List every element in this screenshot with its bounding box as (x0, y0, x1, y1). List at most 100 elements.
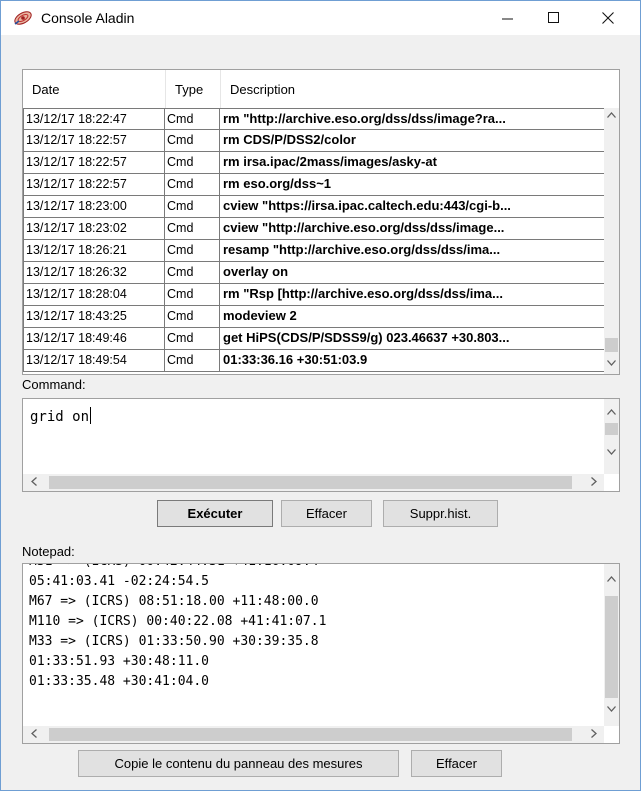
notepad-line: M67 => (ICRS) 08:51:18.00 +11:48:00.0 (29, 594, 319, 609)
cell-date: 13/12/17 18:26:32 (23, 262, 165, 284)
cell-type: Cmd (165, 196, 220, 218)
scroll-left-icon[interactable] (25, 726, 42, 743)
cell-date: 13/12/17 18:43:25 (23, 306, 165, 328)
copy-measurements-button[interactable]: Copie le contenu du panneau des mesures (78, 750, 399, 777)
notepad-line: M31 => (ICRS) 00:42:44.31 +41:16:09.4 (29, 564, 326, 572)
scroll-up-icon[interactable] (604, 572, 619, 588)
table-row[interactable]: 13/12/17 18:22:47 Cmd rm "http://archive.e… (23, 108, 605, 130)
cell-description: cview "https://irsa.ipac.caltech.edu:443… (220, 196, 605, 218)
minimize-icon (502, 18, 513, 20)
window-title: Console Aladin (41, 10, 135, 26)
notepad-label: Notepad: (22, 544, 75, 559)
scroll-down-icon[interactable] (604, 356, 619, 372)
scroll-right-icon[interactable] (585, 726, 602, 743)
scrollbar-thumb[interactable] (49, 476, 572, 489)
cell-description: rm eso.org/dss~1 (220, 174, 605, 196)
history-table: Date Type Description 13/12/17 18:22:47 C… (22, 69, 620, 375)
aladin-app-icon (13, 9, 33, 27)
cell-type: Cmd (165, 108, 220, 130)
scrollbar-thumb[interactable] (605, 596, 618, 698)
table-row[interactable]: 13/12/17 18:28:04 Cmd rm "Rsp [http://arch… (23, 284, 605, 306)
table-row[interactable]: 13/12/17 18:22:57 Cmd rm irsa.ipac/2mass/i… (23, 152, 605, 174)
notepad-line: 01:33:35.48 +30:41:04.0 (29, 674, 210, 689)
notepad-line: M110 => (ICRS) 00:40:22.08 +41:41:07.1 (29, 614, 327, 629)
notepad-textarea[interactable]: M31 => (ICRS) 00:42:44.31 +41:16:09.4 05… (22, 563, 620, 744)
cell-type: Cmd (165, 218, 220, 240)
close-button[interactable] (585, 1, 631, 35)
delete-history-button[interactable]: Suppr.hist. (383, 500, 498, 527)
notepad-vertical-scrollbar[interactable] (604, 564, 619, 726)
table-row[interactable]: 13/12/17 18:26:21 Cmd resamp "http://archi… (23, 240, 605, 262)
execute-button[interactable]: Exécuter (157, 500, 273, 527)
title-bar[interactable]: Console Aladin (1, 1, 640, 35)
cell-type: Cmd (165, 130, 220, 152)
cell-description: 01:33:36.16 +30:51:03.9 (220, 350, 605, 372)
cell-description: rm irsa.ipac/2mass/images/asky-at (220, 152, 605, 174)
scroll-down-icon[interactable] (604, 702, 619, 718)
notepad-line: 01:33:51.93 +30:48:11.0 (29, 654, 210, 669)
cell-description: rm "Rsp [http://archive.eso.org/dss/dss/… (220, 284, 605, 306)
cell-date: 13/12/17 18:28:04 (23, 284, 165, 306)
cell-type: Cmd (165, 328, 220, 350)
scrollbar-thumb[interactable] (605, 338, 618, 352)
table-row[interactable]: 13/12/17 18:23:02 Cmd cview "http://archiv… (23, 218, 605, 240)
notepad-line: M33 => (ICRS) 01:33:50.90 +30:39:35.8 (29, 634, 319, 649)
scroll-right-icon[interactable] (585, 474, 602, 491)
notepad-horizontal-scrollbar[interactable] (23, 726, 604, 743)
cell-date: 13/12/17 18:23:00 (23, 196, 165, 218)
scrollbar-thumb[interactable] (605, 423, 618, 435)
cell-date: 13/12/17 18:22:47 (23, 108, 165, 130)
cell-description: rm CDS/P/DSS2/color (220, 130, 605, 152)
command-text-wrapper: grid on (30, 407, 92, 425)
cell-description: rm "http://archive.eso.org/dss/dss/image… (220, 108, 605, 130)
minimize-button[interactable] (485, 1, 531, 35)
maximize-button[interactable] (531, 1, 577, 35)
cell-date: 13/12/17 18:49:46 (23, 328, 165, 350)
cell-description: overlay on (220, 262, 605, 284)
scroll-left-icon[interactable] (25, 474, 42, 491)
cell-date: 13/12/17 18:23:02 (23, 218, 165, 240)
table-row[interactable]: 13/12/17 18:49:54 Cmd 01:33:36.16 +30:51:0… (23, 350, 605, 372)
column-header-type[interactable]: Type (165, 70, 220, 108)
scrollbar-thumb[interactable] (49, 728, 572, 741)
history-vertical-scrollbar[interactable] (604, 108, 619, 374)
close-icon (602, 12, 614, 24)
notepad-content: M31 => (ICRS) 00:42:44.31 +41:16:09.4 05… (29, 564, 327, 692)
clear-command-button[interactable]: Effacer (281, 500, 372, 527)
console-window: Console Aladin Date Type Description 13/… (0, 0, 641, 791)
clear-notepad-button[interactable]: Effacer (411, 750, 502, 777)
maximize-icon (548, 12, 559, 23)
command-label: Command: (22, 377, 86, 392)
cell-date: 13/12/17 18:22:57 (23, 152, 165, 174)
notepad-line: 05:41:03.41 -02:24:54.5 (29, 574, 210, 589)
column-header-description[interactable]: Description (220, 70, 605, 108)
table-row[interactable]: 13/12/17 18:22:57 Cmd rm CDS/P/DSS2/color (23, 130, 605, 152)
scroll-up-icon[interactable] (604, 108, 619, 124)
scroll-down-icon[interactable] (604, 445, 619, 461)
table-row[interactable]: 13/12/17 18:26:32 Cmd overlay on (23, 262, 605, 284)
cell-description: cview "http://archive.eso.org/dss/dss/im… (220, 218, 605, 240)
column-header-date[interactable]: Date (23, 70, 165, 108)
table-row[interactable]: 13/12/17 18:43:25 Cmd modeview 2 (23, 306, 605, 328)
cell-type: Cmd (165, 174, 220, 196)
command-input[interactable]: grid on (22, 398, 620, 492)
command-vertical-scrollbar[interactable] (604, 399, 619, 474)
cell-date: 13/12/17 18:49:54 (23, 350, 165, 372)
table-row[interactable]: 13/12/17 18:23:00 Cmd cview "https://irsa.… (23, 196, 605, 218)
text-caret (90, 407, 92, 424)
cell-date: 13/12/17 18:22:57 (23, 130, 165, 152)
table-row[interactable]: 13/12/17 18:49:46 Cmd get HiPS(CDS/P/SDSS9… (23, 328, 605, 350)
cell-type: Cmd (165, 262, 220, 284)
cell-date: 13/12/17 18:22:57 (23, 174, 165, 196)
scroll-up-icon[interactable] (604, 405, 619, 421)
cell-date: 13/12/17 18:26:21 (23, 240, 165, 262)
table-row[interactable]: 13/12/17 18:22:57 Cmd rm eso.org/dss~1 (23, 174, 605, 196)
command-text: grid on (30, 409, 90, 425)
cell-description: modeview 2 (220, 306, 605, 328)
cell-type: Cmd (165, 240, 220, 262)
history-rows: 13/12/17 18:22:47 Cmd rm "http://archive.e… (23, 108, 605, 372)
command-horizontal-scrollbar[interactable] (23, 474, 604, 491)
cell-description: resamp "http://archive.eso.org/dss/dss/i… (220, 240, 605, 262)
cell-type: Cmd (165, 350, 220, 372)
history-table-header: Date Type Description (23, 70, 605, 108)
